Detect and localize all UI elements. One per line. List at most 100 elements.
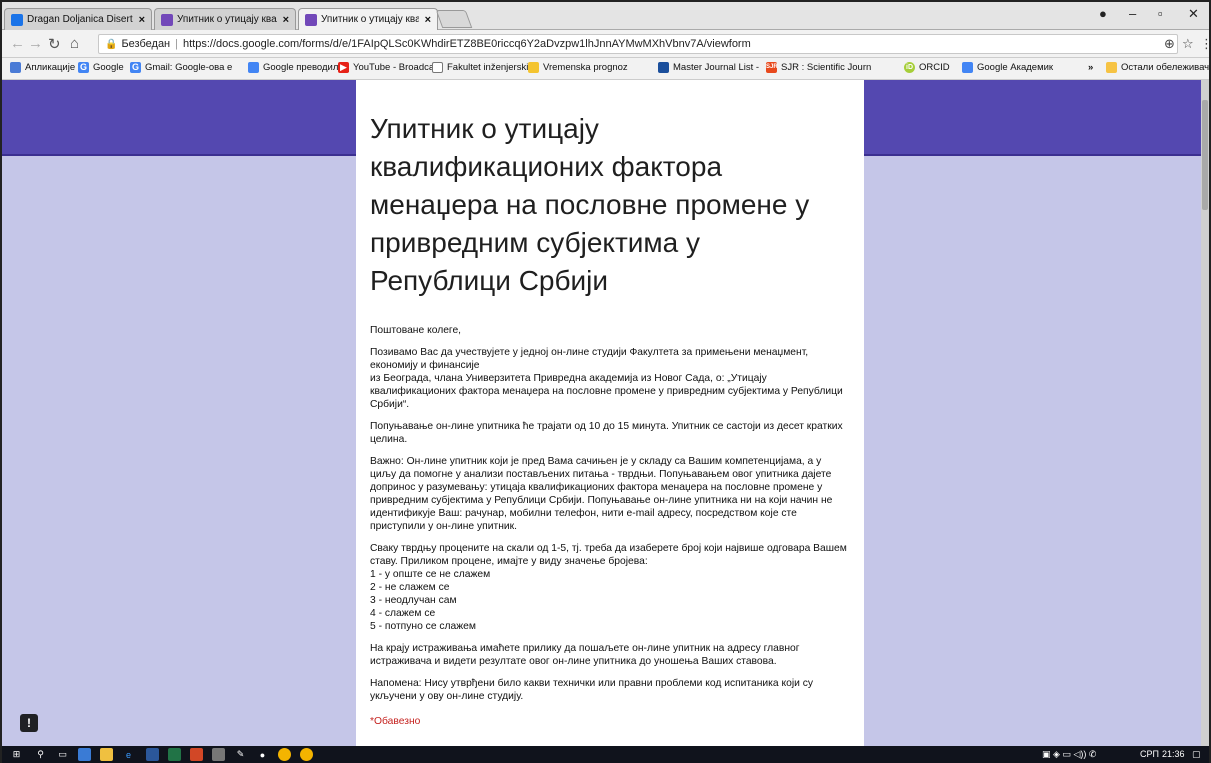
page-icon <box>432 62 443 73</box>
search-icon[interactable]: ⚲ <box>34 748 47 761</box>
windows-taskbar: ⊞ ⚲ ▭ e ✎ ● ▣ ◈ ▭ ◁)) ✆ СРП 21:36 ▢ <box>2 746 1209 763</box>
new-tab-button[interactable] <box>435 10 473 28</box>
windows-start-icon[interactable]: ⊞ <box>10 748 23 761</box>
bookmark-label: YouTube - Broadcast <box>353 62 442 73</box>
store-icon[interactable] <box>100 748 113 761</box>
overflow-label: » <box>1088 62 1094 73</box>
close-window-icon[interactable]: ✕ <box>1188 6 1199 22</box>
bookmark-fakultet[interactable]: Fakultet inženjerskih <box>432 62 534 73</box>
browser-tab-strip: Dragan Doljanica Disertac × Упитник о ут… <box>2 2 1209 30</box>
chrome-active-icon[interactable] <box>300 748 313 761</box>
bookmark-label: SJR : Scientific Journ <box>781 62 872 73</box>
powerpoint-icon[interactable] <box>190 748 203 761</box>
bookmarks-bar: Апликације G Google G Gmail: Google-ова … <box>2 58 1209 80</box>
forward-icon[interactable]: → <box>28 35 43 52</box>
close-icon[interactable]: × <box>283 14 289 26</box>
tab-upitnik-2[interactable]: Упитник о утицају квали × <box>298 8 438 30</box>
sjr-icon: SJR <box>766 62 778 73</box>
feedback-icon[interactable]: ! <box>20 714 38 732</box>
profile-icon[interactable]: ● <box>1099 6 1107 21</box>
back-icon[interactable]: ← <box>10 35 25 52</box>
lock-icon: 🔒 <box>105 38 118 50</box>
menu-icon[interactable]: ⋮ <box>1200 36 1211 52</box>
zoom-icon[interactable]: ⊕ <box>1164 36 1175 52</box>
bookmark-label: Апликације <box>25 62 76 73</box>
translate-icon <box>248 62 259 73</box>
tab-label: Упитник о утицају квали <box>177 14 277 25</box>
google-icon: G <box>78 62 89 73</box>
bookmark-weather[interactable]: Vremenska prognoz <box>528 62 628 73</box>
scale-item: 3 - неодлучан сам <box>370 595 457 606</box>
scrollbar-thumb[interactable] <box>1202 100 1208 210</box>
scholar-icon <box>962 62 973 73</box>
notifications-icon[interactable]: ▢ <box>1192 749 1201 760</box>
reload-icon[interactable]: ↻ <box>48 35 61 53</box>
task-view-icon[interactable]: ▭ <box>56 748 69 761</box>
required-note: *Обавезно <box>370 716 421 727</box>
bookmark-label: Остали обележивачи <box>1121 62 1209 73</box>
url-text: https://docs.google.com/forms/d/e/1FAIpQ… <box>183 38 751 50</box>
google-icon: G <box>130 62 141 73</box>
minimize-icon[interactable]: – <box>1129 6 1136 21</box>
clock[interactable]: 21:36 <box>1162 749 1185 759</box>
input-language[interactable]: СРП <box>1140 749 1159 759</box>
youtube-icon: ▶ <box>338 62 349 73</box>
close-icon[interactable]: × <box>425 14 431 26</box>
edge-icon[interactable]: e <box>122 748 135 761</box>
google-forms-icon <box>305 13 317 26</box>
google-forms-icon <box>161 13 173 26</box>
bookmark-label: ORCID <box>919 62 950 73</box>
bookmark-label: Gmail: Google-ова е <box>145 62 233 73</box>
scale-item: 2 - не слажем се <box>370 582 450 593</box>
results-paragraph: На крају истраживања имаћете прилику да … <box>370 643 800 667</box>
form-title: Упитник о утицају квалификационих фактор… <box>370 113 810 296</box>
duration-paragraph: Попуњавање он-лине упитника ће трајати о… <box>370 421 843 445</box>
tab-upitnik-1[interactable]: Упитник о утицају квали × <box>154 8 296 30</box>
scale-item: 1 - у опште се не слажем <box>370 569 491 580</box>
scale-item: 5 - потпуно се слажем <box>370 621 476 632</box>
calculator-icon[interactable] <box>212 748 225 761</box>
star-icon[interactable]: ☆ <box>1182 36 1194 52</box>
page-viewport: Упитник о утицају квалификационих фактор… <box>2 80 1209 746</box>
address-separator: | <box>175 38 178 50</box>
tab-disertacija[interactable]: Dragan Doljanica Disertac × <box>4 8 152 30</box>
important-paragraph: Важно: Он-лине упитник који је пред Вама… <box>370 456 833 532</box>
bookmark-youtube[interactable]: ▶ YouTube - Broadcast <box>338 62 442 73</box>
bookmark-label: Fakultet inženjerskih <box>447 62 534 73</box>
google-drive-icon <box>11 13 23 26</box>
bookmark-google[interactable]: G Google <box>78 62 124 73</box>
file-explorer-icon[interactable] <box>78 748 91 761</box>
bookmark-scholar[interactable]: Google Академик <box>962 62 1053 73</box>
bookmark-apps[interactable]: Апликације <box>10 62 75 73</box>
chrome-icon[interactable] <box>278 748 291 761</box>
other-bookmarks-folder[interactable]: Остали обележивачи <box>1106 62 1209 73</box>
security-label: Безбедан <box>121 38 171 50</box>
intro-paragraph-cont: из Београда, члана Универзитета Привредн… <box>370 373 843 410</box>
bookmark-label: Master Journal List - <box>673 62 760 73</box>
bookmarks-overflow-button[interactable]: » <box>1088 62 1093 73</box>
bookmark-gmail[interactable]: G Gmail: Google-ова е <box>130 62 232 73</box>
bookmark-label: Google преводилац <box>263 62 350 73</box>
restore-icon[interactable]: ▫ <box>1158 6 1163 21</box>
bookmark-orcid[interactable]: iD ORCID <box>904 62 950 73</box>
bookmark-sjr[interactable]: SJR SJR : Scientific Journ <box>766 62 871 73</box>
apps-icon <box>10 62 21 73</box>
bookmark-translate[interactable]: Google преводилац <box>248 62 349 73</box>
excel-icon[interactable] <box>168 748 181 761</box>
page-scrollbar[interactable] <box>1201 80 1209 746</box>
address-bar[interactable]: 🔒 Безбедан | https://docs.google.com/for… <box>98 34 1178 54</box>
maps-icon[interactable]: ● <box>256 748 269 761</box>
word-icon[interactable] <box>146 748 159 761</box>
tray-icons[interactable]: ▣ ◈ ▭ ◁)) ✆ <box>1042 749 1096 760</box>
paint-icon[interactable]: ✎ <box>234 748 247 761</box>
form-card: Упитник о утицају квалификационих фактор… <box>356 80 864 746</box>
bookmark-label: Google Академик <box>977 62 1054 73</box>
journal-icon <box>658 62 669 73</box>
scale-instructions: Сваку тврдњу процените на скали од 1-5, … <box>370 543 847 567</box>
close-icon[interactable]: × <box>139 14 145 26</box>
browser-toolbar: ← → ↻ ⌂ 🔒 Безбедан | https://docs.google… <box>2 30 1211 58</box>
greeting: Поштоване колеге, <box>370 325 462 336</box>
bookmark-master-journal[interactable]: Master Journal List - <box>658 62 759 73</box>
home-icon[interactable]: ⌂ <box>70 35 79 52</box>
weather-icon <box>528 62 539 73</box>
